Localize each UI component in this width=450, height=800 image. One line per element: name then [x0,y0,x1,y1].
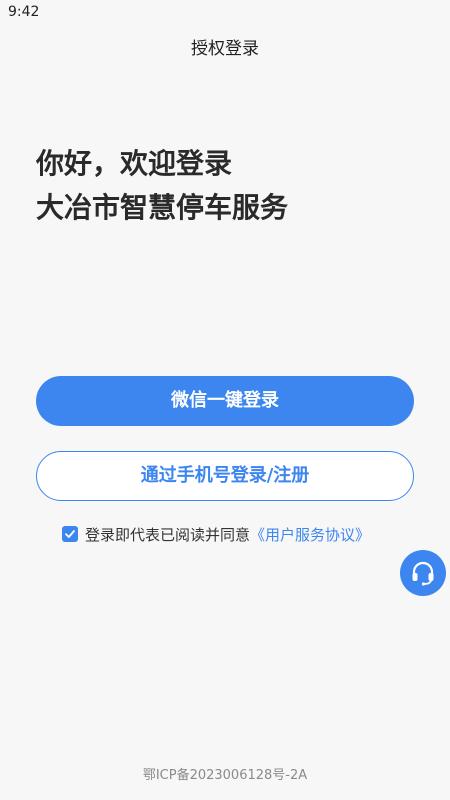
greeting: 你好，欢迎登录 大冶市智慧停车服务 [36,142,288,230]
phone-login-button[interactable]: 通过手机号登录/注册 [36,451,414,501]
agreement-text: 登录即代表已阅读并同意 [85,525,251,544]
icp-footer: 鄂ICP备2023006128号-2A [142,768,308,783]
headset-icon [412,561,434,586]
user-agreement-link[interactable]: 《用户服务协议》 [250,524,370,545]
page-title: 授权登录 [191,39,259,59]
status-bar: 9:42 [0,0,450,26]
wechat-login-button[interactable]: 微信一键登录 [36,376,414,426]
status-time: 9:42 [8,4,40,20]
agreement-row: 登录即代表已阅读并同意 《用户服务协议》 [62,524,370,544]
agreement-checkbox[interactable] [62,526,78,542]
greeting-line-2: 大冶市智慧停车服务 [36,191,289,224]
customer-service-button[interactable] [400,550,446,596]
check-icon [65,530,75,538]
greeting-line-1: 你好，欢迎登录 [36,147,233,180]
